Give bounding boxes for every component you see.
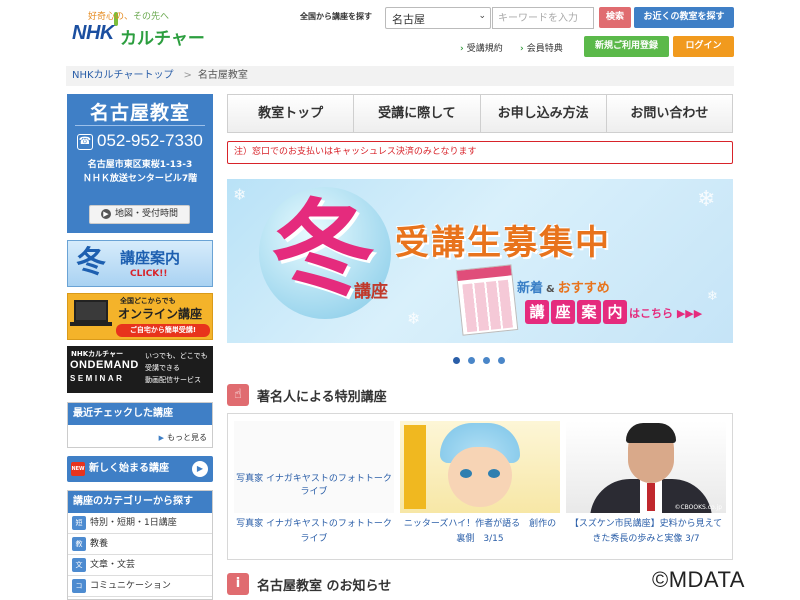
classroom-name: 名古屋教室 bbox=[89, 102, 190, 124]
lecture-card[interactable]: 写真家 イナガキヤストのフォトトークライブ 写真家 イナガキヤストのフォトトーク… bbox=[234, 421, 394, 553]
snowflake-icon: ❄ bbox=[407, 309, 421, 328]
category-item-communication[interactable]: ココミュニケーション bbox=[68, 576, 212, 597]
login-button[interactable]: ログイン bbox=[673, 36, 734, 57]
recently-viewed-title: 最近チェックした講座 bbox=[68, 403, 212, 425]
book-icon: 教 bbox=[72, 537, 86, 551]
ondemand-seminar-banner[interactable]: NHKカルチャー ONDEMAND SEMINAR いつでも、どこでも 受講でき… bbox=[67, 346, 213, 393]
category-item-short[interactable]: 短特別・短期・1日講座 bbox=[68, 513, 212, 534]
breadcrumb: NHKカルチャートップ > 名古屋教室 bbox=[66, 66, 734, 86]
divider bbox=[75, 125, 205, 126]
lecture-title-link[interactable]: ニッターズハイ！作者が語る 創作の裏側 3/15 bbox=[400, 517, 560, 547]
breadcrumb-current: 名古屋教室 bbox=[197, 70, 248, 81]
phone-number: 052-952-7330 bbox=[97, 131, 203, 150]
new-badge-icon: NEW bbox=[71, 462, 85, 476]
search-label: 全国から講座を探す bbox=[300, 12, 372, 21]
laptop-icon bbox=[74, 300, 108, 322]
search-button[interactable]: 検索 bbox=[599, 7, 631, 28]
online-course-banner[interactable]: 全国どこからでも オンライン講座 ご自宅から簡単受講! bbox=[67, 293, 213, 340]
find-nearby-classroom-button[interactable]: お近くの教室を探す bbox=[634, 7, 734, 28]
map-hours-button[interactable]: ▶ 地図・受付時間 bbox=[89, 205, 190, 224]
keyword-search-input[interactable] bbox=[492, 7, 594, 29]
tab-attendance-info[interactable]: 受講に際して bbox=[354, 95, 481, 132]
terms-link[interactable]: › 受講規約 bbox=[460, 41, 503, 54]
special-lectures-header: ☝ 著名人による特別講座 bbox=[227, 384, 733, 408]
lecture-title-link[interactable]: 【スズケン市民講座】史料から見えてきた秀長の歩みと実像 3/7 bbox=[566, 517, 726, 547]
category-box: 講座のカテゴリーから探す 短特別・短期・1日講座 教教養 文文章・文芸 ココミュ… bbox=[67, 490, 213, 600]
lecture-title-link[interactable]: 写真家 イナガキヤストのフォトトークライブ bbox=[234, 517, 394, 547]
payment-notice: 注）窓口でのお支払いはキャッシュレス決済のみとなります bbox=[227, 141, 733, 164]
see-more-link[interactable]: ▶ もっと見る bbox=[159, 432, 207, 443]
carousel-dot[interactable] bbox=[483, 357, 490, 364]
category-item-writing[interactable]: 文文章・文芸 bbox=[68, 555, 212, 576]
speech-icon: コ bbox=[72, 579, 86, 593]
member-benefits-link[interactable]: › 会員特典 bbox=[520, 41, 563, 54]
snowflake-icon: ❄ bbox=[707, 289, 718, 304]
triangle-right-icon: ▶ bbox=[158, 434, 164, 442]
tab-classroom-top[interactable]: 教室トップ bbox=[228, 95, 355, 132]
chevron-down-icon: ⌄ bbox=[478, 11, 486, 21]
area-select[interactable]: 名古屋 ⌄ bbox=[385, 7, 491, 29]
snowflake-icon: ❄ bbox=[233, 185, 247, 204]
address: 名古屋市東区東桜1-13-3 ＮＨＫ放送センタービル7階 bbox=[82, 160, 198, 184]
new-courses-button[interactable]: NEW 新しく始まる講座 ▶ bbox=[67, 456, 213, 482]
lecture-card[interactable]: ニッターズハイ！作者が語る 創作の裏側 3/15 bbox=[400, 421, 560, 553]
category-short-icon: 短 bbox=[72, 516, 86, 530]
classroom-info-box: 名古屋教室 ☎ 052-952-7330 名古屋市東区東桜1-13-3 ＮＨＫ放… bbox=[67, 94, 213, 233]
tab-application-method[interactable]: お申し込み方法 bbox=[481, 95, 607, 132]
tab-contact[interactable]: お問い合わせ bbox=[607, 95, 732, 132]
carousel-dot[interactable] bbox=[453, 357, 460, 364]
recently-viewed-box: 最近チェックした講座 ▶ もっと見る bbox=[67, 402, 213, 448]
special-lectures-panel: 写真家 イナガキヤストのフォトトークライブ 写真家 イナガキヤストのフォトトーク… bbox=[227, 413, 733, 560]
hero-title: 受講生募集中 bbox=[395, 223, 611, 263]
category-title: 講座のカテゴリーから探す bbox=[68, 491, 212, 513]
breadcrumb-home-link[interactable]: NHKカルチャートップ bbox=[72, 70, 173, 81]
site-header: 好奇心の、その先へ NHK カルチャー 全国から講座を探す 名古屋 ⌄ 検索 お… bbox=[0, 0, 800, 64]
register-button[interactable]: 新規ご利用登録 bbox=[584, 36, 669, 57]
course-guide-thumbnail bbox=[455, 264, 519, 336]
lecture-image[interactable]: 写真家 イナガキヤストのフォトトークライブ bbox=[234, 421, 394, 513]
phone-icon: ☎ bbox=[77, 134, 93, 150]
snowflake-icon: ❄ bbox=[697, 187, 716, 212]
category-item-culture[interactable]: 教教養 bbox=[68, 534, 212, 555]
carousel-dots bbox=[453, 357, 505, 364]
pointing-hand-icon: ☝ bbox=[227, 384, 249, 406]
lecture-image[interactable] bbox=[400, 421, 560, 513]
lecture-card[interactable]: ©CBOOKS.co.jp 【スズケン市民講座】史料から見えてきた秀長の歩みと実… bbox=[566, 421, 726, 553]
lecture-image[interactable]: ©CBOOKS.co.jp bbox=[566, 421, 726, 513]
arrow-right-icon: ▶ bbox=[100, 208, 111, 219]
arrow-right-icon: ▶ bbox=[192, 461, 208, 477]
winter-course-guide-banner[interactable]: 冬 講座案内 CLICK!! bbox=[67, 240, 213, 287]
classroom-nav-tabs: 教室トップ 受講に際して お申し込み方法 お問い合わせ bbox=[227, 94, 733, 133]
broken-image-icon: 写真家 イナガキヤストのフォトトークライブ bbox=[236, 474, 392, 497]
carousel-dot[interactable] bbox=[498, 357, 505, 364]
pen-icon: 文 bbox=[72, 558, 86, 572]
info-icon: i bbox=[227, 573, 249, 595]
hero-banner[interactable]: ❄ ❄ ❄ ❄ 冬 講座 受講生募集中 新着 & おすすめ 講 座 案 内 はこちら… bbox=[227, 179, 733, 343]
copyright-watermark: ©MDATA bbox=[652, 567, 745, 592]
nhk-culture-logo[interactable]: 好奇心の、その先へ NHK カルチャー bbox=[70, 8, 205, 52]
carousel-dot[interactable] bbox=[468, 357, 475, 364]
